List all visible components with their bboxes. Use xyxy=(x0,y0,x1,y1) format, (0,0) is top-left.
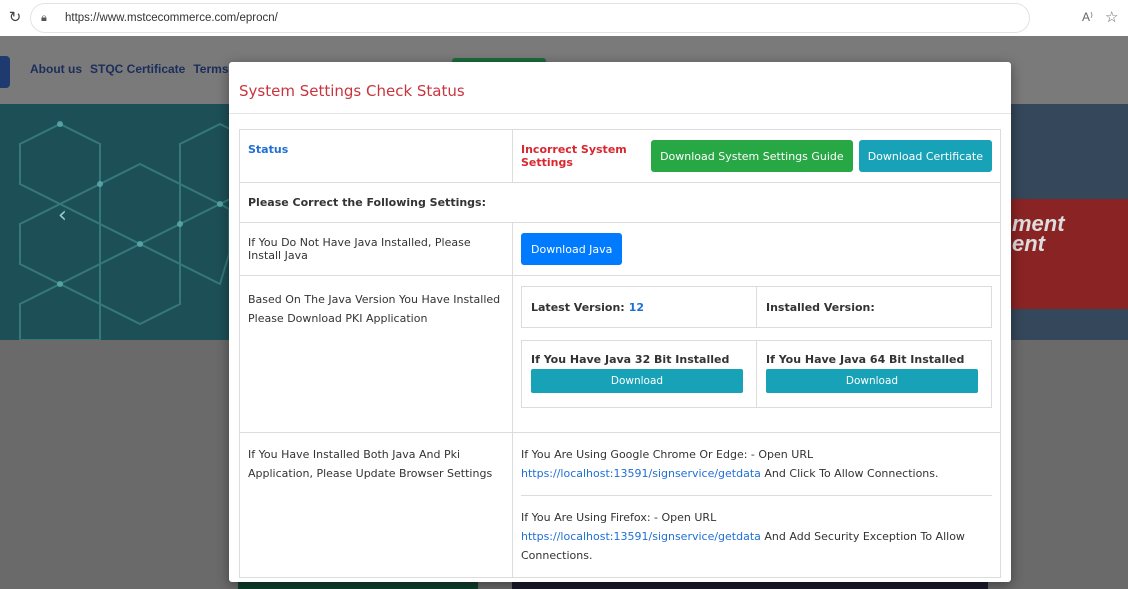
pki-row: Based On The Java Version You Have Insta… xyxy=(239,275,1001,433)
url-text[interactable]: https://www.mstcecommerce.com/eprocn/ xyxy=(65,12,278,24)
download-certificate-button[interactable]: Download Certificate xyxy=(858,140,992,172)
version-box: Latest Version: 12 Installed Version: xyxy=(521,286,992,328)
download-java-button[interactable]: Download Java xyxy=(521,233,623,265)
installed-version-label: Installed Version: xyxy=(766,301,875,314)
download-32bit-button[interactable]: Download xyxy=(531,369,743,393)
java-row: If You Do Not Have Java Installed, Pleas… xyxy=(239,222,1001,276)
installed-version: Installed Version: xyxy=(756,287,991,327)
browser-settings-cell: If You Are Using Google Chrome Or Edge: … xyxy=(512,432,1001,578)
status-label-cell: Status xyxy=(239,129,513,183)
correct-heading: Please Correct the Following Settings: xyxy=(239,182,1001,223)
pki-text: Based On The Java Version You Have Insta… xyxy=(239,275,513,433)
browser-settings-text: If You Have Installed Both Java And Pki … xyxy=(239,432,513,578)
firefox-localhost-link[interactable]: https://localhost:13591/signservice/getd… xyxy=(521,530,761,543)
favorite-star-icon[interactable]: ☆ xyxy=(1105,8,1118,26)
browser-toolbar: ↻ 🔒︎ https://www.mstcecommerce.com/eproc… xyxy=(0,0,1128,36)
lower-dark-block xyxy=(512,581,988,589)
address-bar[interactable]: 🔒︎ https://www.mstcecommerce.com/eprocn/ xyxy=(30,3,1030,33)
chrome-localhost-link[interactable]: https://localhost:13591/signservice/getd… xyxy=(521,467,761,480)
status-label: Status xyxy=(248,143,289,156)
carousel-prev-icon[interactable]: ‹ xyxy=(58,203,67,228)
chrome-instructions: If You Are Using Google Chrome Or Edge: … xyxy=(521,433,992,495)
modal-title: System Settings Check Status xyxy=(239,82,465,100)
pki-cell: Latest Version: 12 Installed Version: If … xyxy=(512,275,1001,433)
java-text: If You Do Not Have Java Installed, Pleas… xyxy=(239,222,513,276)
firefox-prefix: If You Are Using Firefox: - Open URL xyxy=(521,511,717,524)
java-64bit-label: If You Have Java 64 Bit Installed xyxy=(766,353,965,366)
modal-header: System Settings Check Status xyxy=(229,62,1011,114)
hero-text-line-2: ent xyxy=(1012,231,1045,256)
latest-version-value: 12 xyxy=(628,301,645,314)
chrome-prefix: If You Are Using Google Chrome Or Edge: … xyxy=(521,448,814,461)
read-aloud-icon[interactable]: A⁾ xyxy=(1082,10,1093,24)
status-value: Incorrect System Settings xyxy=(521,143,627,169)
correct-heading-row: Please Correct the Following Settings: xyxy=(239,182,1001,223)
download-guide-button[interactable]: Download System Settings Guide xyxy=(651,140,853,172)
lower-green-block xyxy=(238,581,478,589)
settings-table: Status Incorrect System Settings Downloa… xyxy=(239,129,1001,578)
nav-link-stqc[interactable]: STQC Certificate xyxy=(90,62,185,76)
nav-links: About us STQC Certificate Terms of xyxy=(30,62,243,76)
firefox-instructions: If You Are Using Firefox: - Open URL htt… xyxy=(521,495,992,577)
latest-version-label: Latest Version: xyxy=(531,301,625,314)
java-32bit-label: If You Have Java 32 Bit Installed xyxy=(531,353,730,366)
site-logo xyxy=(0,56,10,88)
java-64bit-column: If You Have Java 64 Bit Installed Downlo… xyxy=(756,341,991,407)
reload-icon[interactable]: ↻ xyxy=(6,9,24,27)
download-64bit-button[interactable]: Download xyxy=(766,369,978,393)
system-settings-modal: System Settings Check Status Status Inco… xyxy=(229,62,1011,582)
nav-link-about[interactable]: About us xyxy=(30,62,82,76)
status-row: Status Incorrect System Settings Downloa… xyxy=(239,129,1001,183)
status-value-cell: Incorrect System Settings Download Syste… xyxy=(512,129,1001,183)
java-32bit-column: If You Have Java 32 Bit Installed Downlo… xyxy=(522,341,756,407)
pki-download-box: If You Have Java 32 Bit Installed Downlo… xyxy=(521,340,992,408)
latest-version: Latest Version: 12 xyxy=(522,287,756,327)
chrome-suffix: And Click To Allow Connections. xyxy=(764,467,939,480)
lock-icon[interactable]: 🔒︎ xyxy=(41,12,53,24)
hero-image-text: ment ent xyxy=(1012,213,1065,256)
browser-settings-row: If You Have Installed Both Java And Pki … xyxy=(239,432,1001,578)
java-button-cell: Download Java xyxy=(512,222,1001,276)
